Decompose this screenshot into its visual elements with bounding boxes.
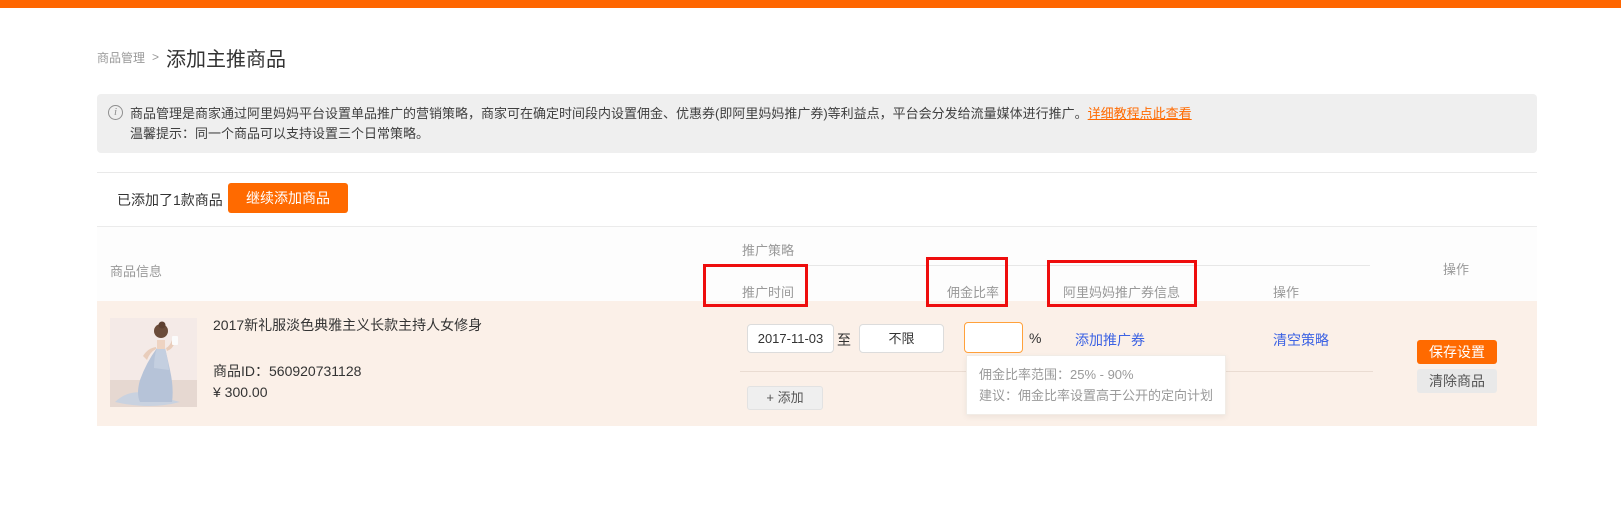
table-header: 商品信息 推广策略 推广时间 佣金比率 阿里妈妈推广券信息 操作 操作 bbox=[97, 226, 1537, 301]
header-promo-time: 推广时间 bbox=[742, 282, 794, 301]
info-banner: i 商品管理是商家通过阿里妈妈平台设置单品推广的营销策略，商家可在确定时间段内设… bbox=[97, 94, 1537, 153]
remove-product-button[interactable]: 清除商品 bbox=[1417, 369, 1497, 393]
header-commission-rate: 佣金比率 bbox=[947, 282, 999, 301]
end-date-input[interactable]: 不限 bbox=[859, 324, 944, 353]
header-product-info: 商品信息 bbox=[110, 261, 162, 280]
header-strategy-group: 推广策略 bbox=[742, 240, 794, 259]
clear-strategy-link[interactable]: 清空策略 bbox=[1273, 330, 1329, 350]
breadcrumb-separator: > bbox=[152, 50, 159, 64]
info-icon: i bbox=[108, 105, 123, 120]
added-count-text: 已添加了1款商品 bbox=[117, 190, 223, 210]
breadcrumb-product-management[interactable]: 商品管理 bbox=[97, 49, 145, 66]
product-title: 2017新礼服淡色典雅主义长款主持人女修身 bbox=[213, 315, 633, 335]
start-date-input[interactable]: 2017-11-03 bbox=[747, 324, 834, 353]
add-strategy-button[interactable]: + 添加 bbox=[747, 386, 823, 410]
add-coupon-link[interactable]: 添加推广券 bbox=[1075, 330, 1145, 350]
date-range-to-label: 至 bbox=[837, 330, 851, 350]
breadcrumb: 商品管理 > 添加主推商品 bbox=[97, 42, 286, 72]
info-banner-text: 商品管理是商家通过阿里妈妈平台设置单品推广的营销策略，商家可在确定时间段内设置佣… bbox=[130, 104, 1520, 124]
header-coupon-info: 阿里妈妈推广券信息 bbox=[1063, 282, 1180, 301]
page-title: 添加主推商品 bbox=[166, 43, 286, 72]
product-image bbox=[110, 318, 197, 407]
product-price: ¥ 300.00 bbox=[213, 384, 268, 400]
product-row: 2017新礼服淡色典雅主义长款主持人女修身 商品ID：560920731128 … bbox=[97, 301, 1537, 426]
header-action-main: 操作 bbox=[1443, 259, 1469, 278]
tooltip-range-line: 佣金比率范围：25% - 90% bbox=[979, 364, 1213, 385]
tooltip-advice-line: 建议：佣金比率设置高于公开的定向计划 bbox=[979, 385, 1213, 406]
strategy-group-divider bbox=[740, 265, 1370, 266]
product-id: 商品ID：560920731128 bbox=[213, 361, 361, 381]
header-action-sub: 操作 bbox=[1273, 282, 1299, 301]
commission-tooltip: 佣金比率范围：25% - 90% 建议：佣金比率设置高于公开的定向计划 bbox=[966, 355, 1226, 415]
continue-add-product-button[interactable]: 继续添加商品 bbox=[228, 183, 348, 213]
save-settings-button[interactable]: 保存设置 bbox=[1417, 340, 1497, 364]
page: 商品管理 > 添加主推商品 i 商品管理是商家通过阿里妈妈平台设置单品推广的营销… bbox=[0, 0, 1621, 524]
commission-rate-input[interactable] bbox=[964, 322, 1023, 353]
section-divider bbox=[97, 172, 1537, 173]
info-banner-tip: 温馨提示：同一个商品可以支持设置三个日常策略。 bbox=[130, 124, 1520, 144]
top-accent-bar bbox=[0, 0, 1621, 8]
tutorial-link[interactable]: 详细教程点此查看 bbox=[1088, 106, 1192, 121]
percent-label: % bbox=[1029, 330, 1041, 346]
